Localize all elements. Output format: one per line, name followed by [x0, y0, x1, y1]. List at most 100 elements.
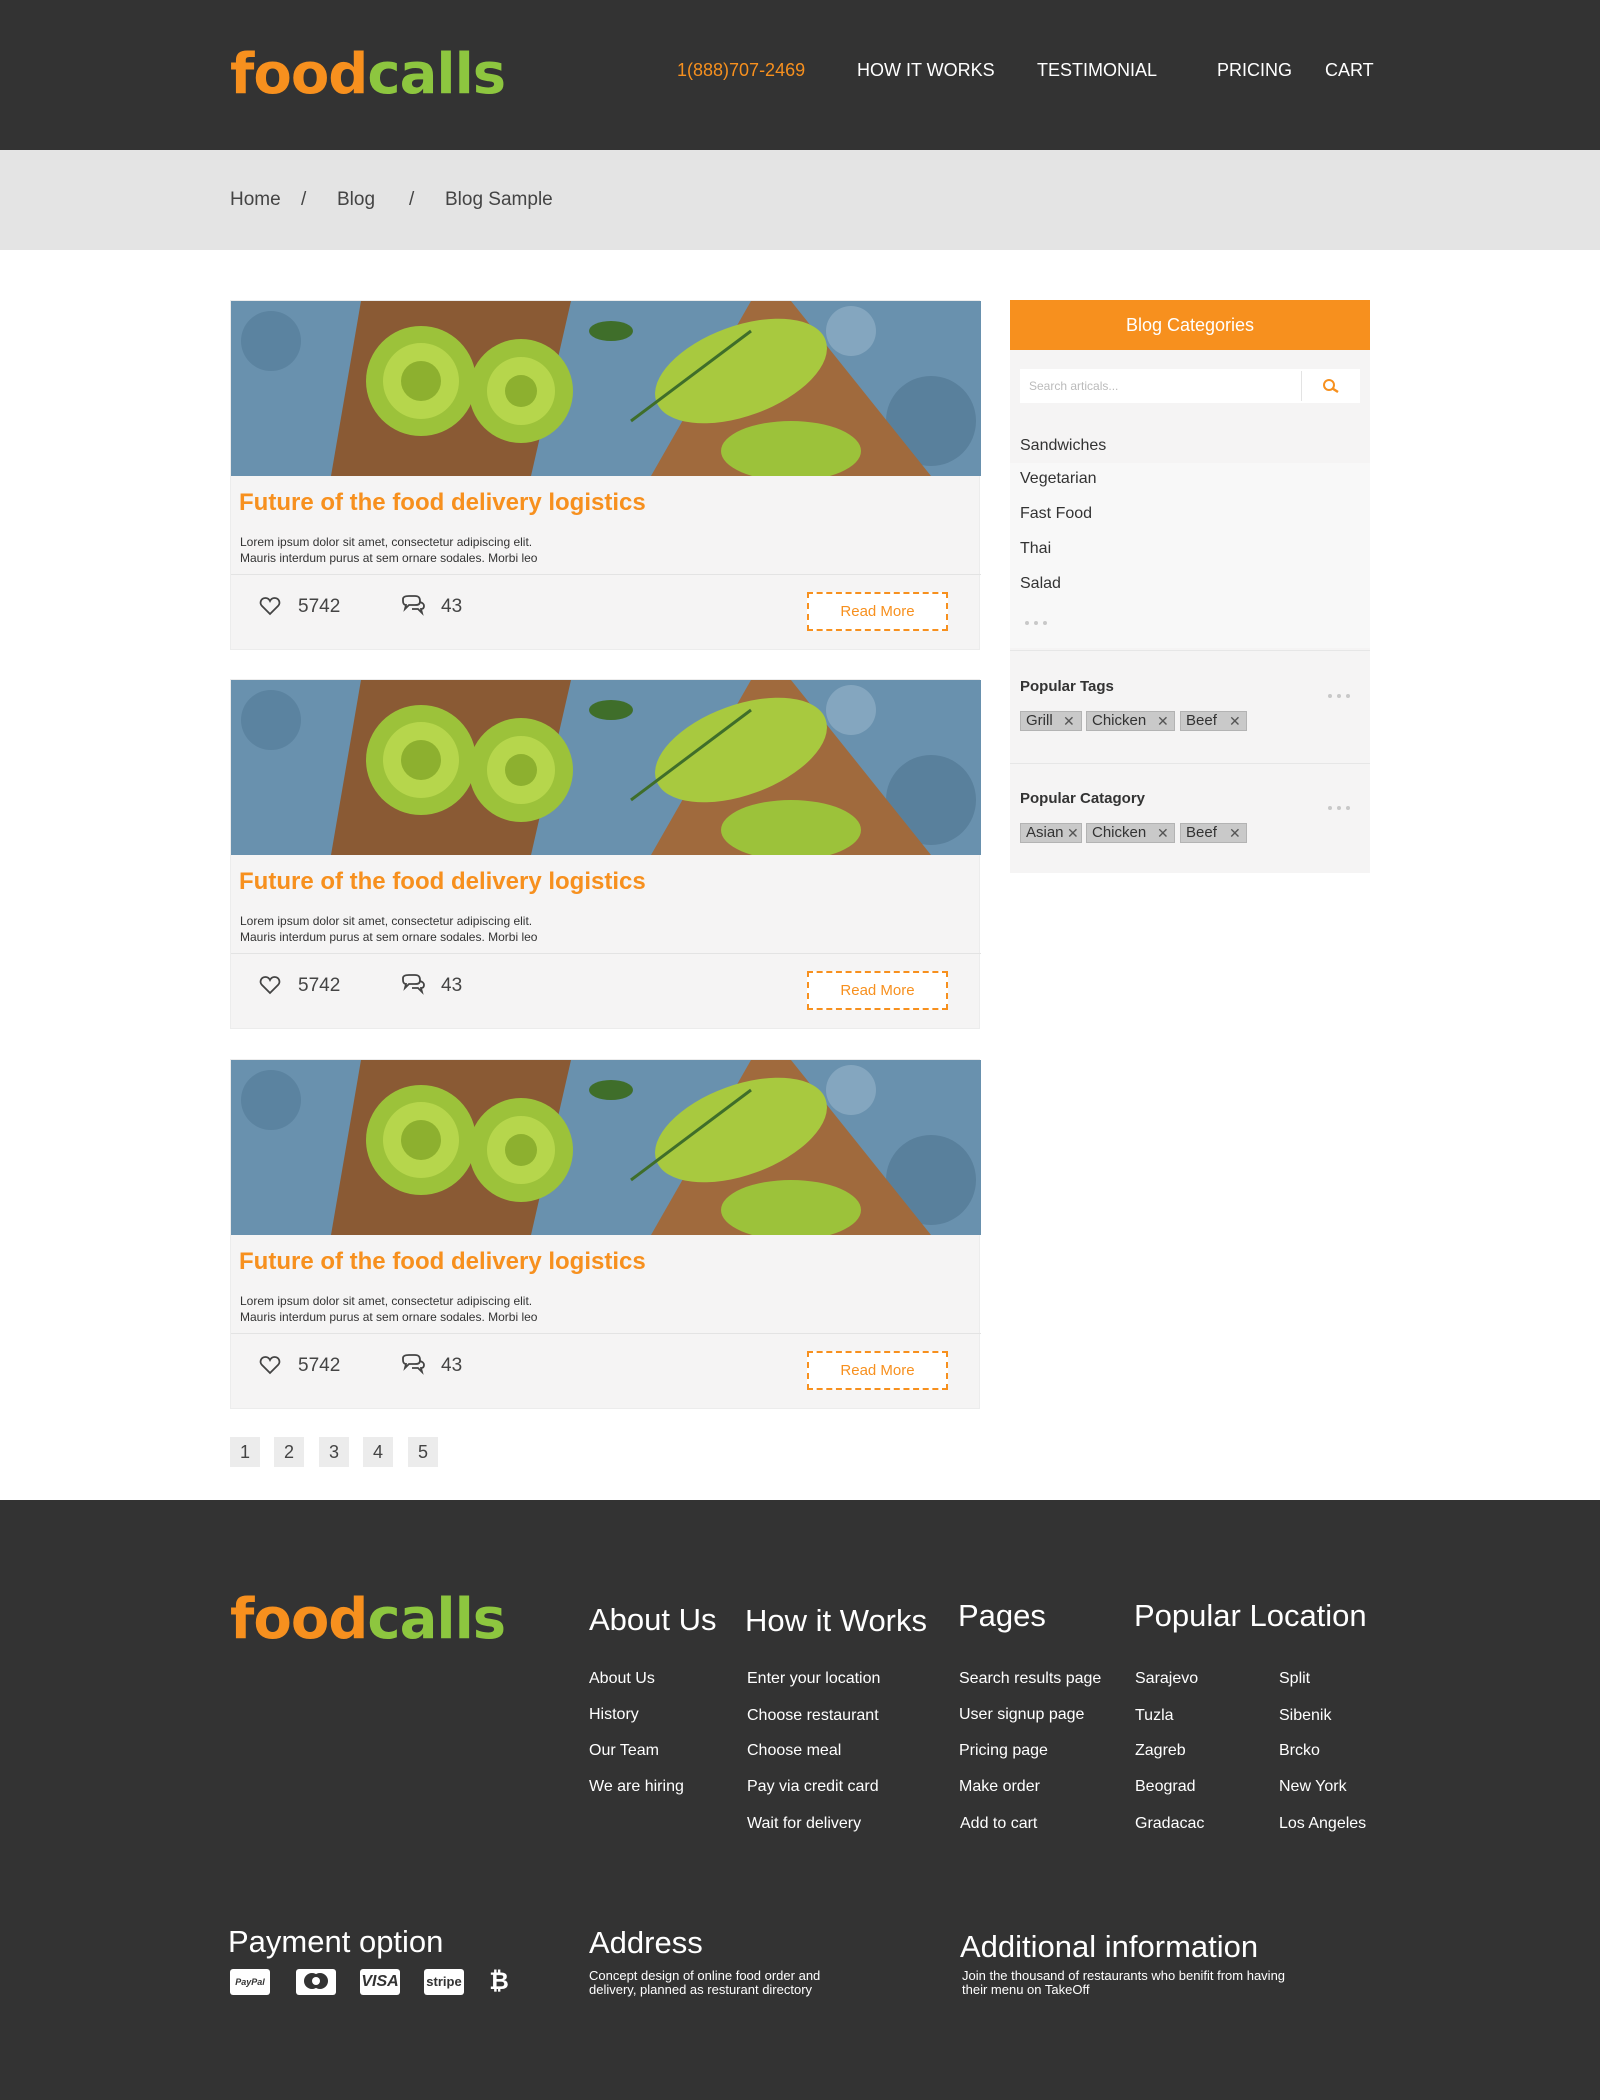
post-title[interactable]: Future of the food delivery logistics [239, 489, 646, 517]
category-list [1010, 463, 1370, 648]
footer-link[interactable]: Enter your location [747, 1670, 880, 1688]
breadcrumb-blog[interactable]: Blog [337, 189, 375, 211]
breadcrumb-current: Blog Sample [445, 189, 553, 210]
nav-pricing[interactable]: PRICING [1217, 60, 1292, 81]
heart-icon[interactable] [258, 973, 282, 997]
post-excerpt: Lorem ipsum dolor sit amet, consectetur … [240, 914, 538, 944]
category-item[interactable]: Sandwiches [1020, 437, 1106, 455]
close-icon[interactable]: ✕ [1229, 824, 1241, 842]
close-icon[interactable]: ✕ [1063, 712, 1075, 730]
comment-icon[interactable] [400, 1353, 426, 1377]
heart-icon[interactable] [258, 1353, 282, 1377]
divider [231, 953, 981, 954]
footer-link[interactable]: Our Team [589, 1742, 659, 1760]
footer-link[interactable]: Add to cart [960, 1815, 1037, 1833]
heart-icon[interactable] [258, 594, 282, 618]
tag-chip[interactable]: Chicken ✕ [1086, 711, 1175, 731]
read-more-button[interactable]: Read More [807, 1351, 948, 1390]
search-box [1020, 369, 1360, 403]
category-item[interactable]: Fast Food [1020, 505, 1092, 523]
divider [1010, 763, 1370, 764]
blog-post-card: Future of the food delivery logistics Lo… [230, 1059, 981, 1409]
tag-chip[interactable]: Beef ✕ [1180, 823, 1247, 843]
like-count: 5742 [298, 975, 341, 996]
footer-link[interactable]: New York [1279, 1778, 1347, 1796]
nav-cart[interactable]: CART [1325, 60, 1374, 81]
close-icon[interactable]: ✕ [1157, 824, 1169, 842]
address-text: Concept design of online food order and … [589, 1968, 821, 1997]
tag-chip[interactable]: Beef ✕ [1180, 711, 1247, 731]
footer-heading-how: How it Works [745, 1603, 928, 1638]
post-excerpt: Lorem ipsum dolor sit amet, consectetur … [240, 535, 538, 565]
footer-heading-payment: Payment option [228, 1924, 444, 1959]
tag-chip[interactable]: Chicken ✕ [1086, 823, 1175, 843]
tag-chip[interactable]: Asian ✕ [1020, 823, 1082, 843]
site-header: foodcalls 1(888)707-2469 HOW IT WORKS TE… [0, 0, 1600, 150]
footer-link[interactable]: Gradacac [1135, 1815, 1204, 1833]
nav-testimonial[interactable]: TESTIMONIAL [1037, 60, 1157, 81]
site-logo[interactable]: foodcalls [230, 40, 506, 110]
footer-link[interactable]: Make order [959, 1778, 1040, 1796]
footer-link[interactable]: Beograd [1135, 1778, 1196, 1796]
category-item[interactable]: Thai [1020, 540, 1051, 558]
bitcoin-icon: ₿ [489, 1968, 509, 1995]
more-icon[interactable] [1025, 612, 1052, 625]
close-icon[interactable]: ✕ [1067, 824, 1079, 842]
page-button[interactable]: 4 [363, 1437, 393, 1467]
search-button[interactable] [1302, 369, 1360, 403]
footer-logo[interactable]: foodcalls [230, 1585, 506, 1655]
mastercard-icon [296, 1969, 336, 1995]
footer-link[interactable]: Wait for delivery [747, 1815, 861, 1833]
category-item[interactable]: Vegetarian [1020, 470, 1097, 488]
footer-link[interactable]: About Us [589, 1670, 655, 1688]
read-more-button[interactable]: Read More [807, 592, 948, 631]
stripe-icon: stripe [424, 1969, 464, 1995]
post-image[interactable] [231, 1060, 981, 1235]
comment-icon[interactable] [400, 973, 426, 997]
footer-link[interactable]: Choose meal [747, 1742, 841, 1760]
footer-link[interactable]: User signup page [959, 1706, 1084, 1724]
post-title[interactable]: Future of the food delivery logistics [239, 1248, 646, 1276]
tag-chip[interactable]: Grill ✕ [1020, 711, 1082, 731]
blog-post-card: Future of the food delivery logistics Lo… [230, 679, 981, 1029]
read-more-button[interactable]: Read More [807, 971, 948, 1010]
footer-link[interactable]: Sarajevo [1135, 1670, 1198, 1688]
footer-link[interactable]: Brcko [1279, 1742, 1320, 1760]
page-button[interactable]: 1 [230, 1437, 260, 1467]
breadcrumb-separator: / [409, 189, 415, 210]
page-button[interactable]: 2 [274, 1437, 304, 1467]
page-button[interactable]: 3 [319, 1437, 349, 1467]
popular-category-heading: Popular Catagory [1020, 790, 1146, 807]
divider [231, 574, 981, 575]
footer-link[interactable]: Pay via credit card [747, 1778, 879, 1796]
footer-heading-pages: Pages [958, 1598, 1046, 1633]
category-item[interactable]: Salad [1020, 575, 1061, 593]
footer-link[interactable]: Pricing page [959, 1742, 1048, 1760]
phone-number[interactable]: 1(888)707-2469 [677, 60, 805, 81]
footer-link[interactable]: Zagreb [1135, 1742, 1186, 1760]
footer-link[interactable]: History [589, 1706, 639, 1724]
footer-link[interactable]: We are hiring [589, 1778, 684, 1796]
divider [1010, 650, 1370, 651]
footer-link[interactable]: Los Angeles [1279, 1815, 1366, 1833]
nav-how-it-works[interactable]: HOW IT WORKS [857, 60, 995, 81]
post-title[interactable]: Future of the food delivery logistics [239, 868, 646, 896]
search-input[interactable] [1020, 369, 1300, 403]
footer-link[interactable]: Tuzla [1135, 1707, 1174, 1725]
post-image[interactable] [231, 680, 981, 855]
close-icon[interactable]: ✕ [1229, 712, 1241, 730]
footer-link[interactable]: Search results page [959, 1670, 1101, 1688]
footer-link[interactable]: Choose restaurant [747, 1707, 879, 1725]
page-button[interactable]: 5 [408, 1437, 438, 1467]
footer-link[interactable]: Sibenik [1279, 1707, 1331, 1725]
sidebar-title: Blog Categories [1010, 300, 1370, 350]
breadcrumb-home[interactable]: Home [230, 189, 281, 211]
comment-icon[interactable] [400, 594, 426, 618]
footer-heading-about: About Us [589, 1602, 717, 1637]
footer-link[interactable]: Split [1279, 1670, 1310, 1688]
paypal-icon: PayPal [230, 1969, 270, 1995]
more-icon[interactable] [1328, 797, 1355, 810]
close-icon[interactable]: ✕ [1157, 712, 1169, 730]
post-image[interactable] [231, 301, 981, 476]
more-icon[interactable] [1328, 685, 1355, 698]
